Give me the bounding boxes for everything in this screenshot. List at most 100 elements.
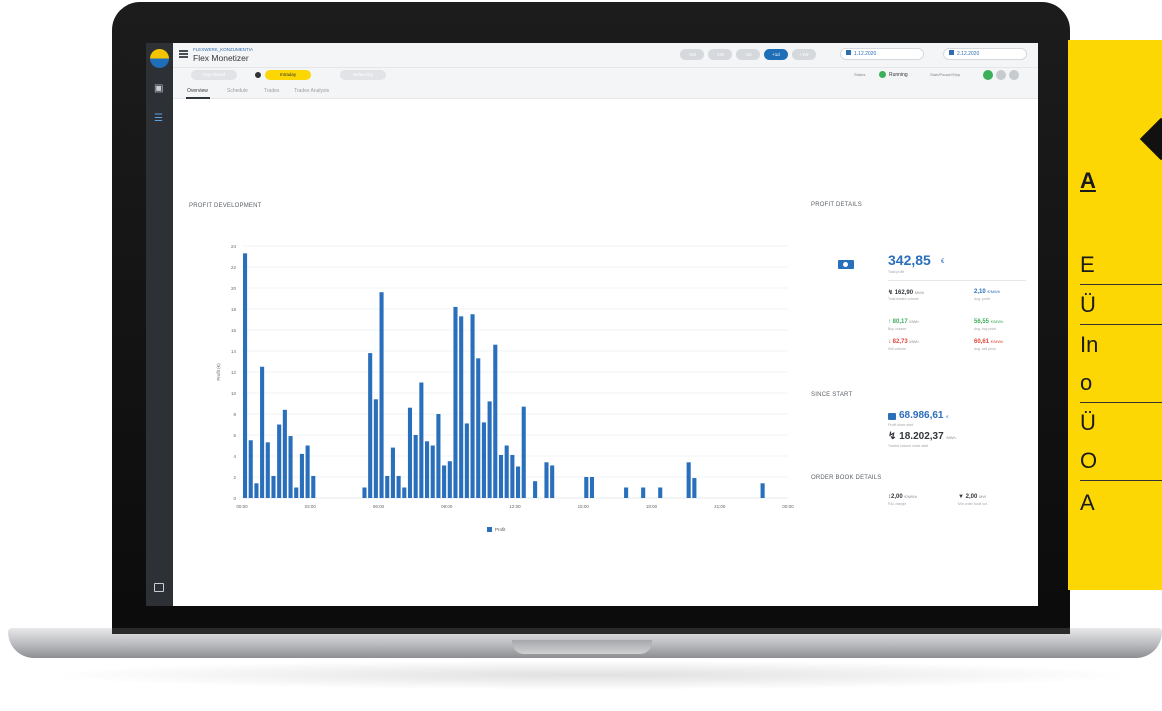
y-tick-label: 20 [231,286,237,291]
chart-bar [544,462,549,498]
chart-bar [516,466,521,498]
date-to-field[interactable]: 2.12.2020 [943,48,1027,60]
divider [1080,402,1162,403]
panel-item[interactable]: o [1080,370,1092,396]
profit-details-title: PROFIT DETAILS [811,202,862,208]
hamburger-icon[interactable] [179,50,188,58]
sell-volume-label: Sell volume [888,347,907,351]
chart-bar [413,435,418,498]
tab-schedule[interactable]: Schedule [227,88,248,94]
chart-bar [493,344,498,498]
tab-bar: Overview Schedule Trades Trades Analysis [173,83,1038,99]
feedback-icon[interactable] [154,583,164,592]
status-dot [879,71,886,78]
panel-item[interactable]: Ü [1080,410,1096,436]
money-icon [838,260,854,269]
arrow-left-icon[interactable] [1139,117,1162,161]
total-profit-unit: € [941,259,945,265]
app-logo[interactable] [150,49,169,68]
chart-bar [760,483,765,498]
x-tick-label: 09:00 [441,504,453,509]
min-order-value: ▼ 2,00 MW [958,494,987,500]
panel-item[interactable]: In [1080,332,1098,358]
chart-bar [459,316,464,498]
chart-bar [368,353,373,498]
date-from-field[interactable]: 1.12.2020 [840,48,924,60]
y-tick-label: 0 [233,496,236,501]
since-start-profit-value: 68.986,61 € [899,410,949,421]
chart-bar [288,436,293,498]
chart-bar [248,440,253,498]
y-tick-label: 2 [233,475,236,480]
avg-sell-price-value: 60,61 €/MWh [974,339,1004,345]
legend-label: Profit [495,527,506,532]
chart-bar [584,477,589,498]
list-icon[interactable]: ☰ [154,113,163,124]
chart-bar [402,487,407,498]
user-icon[interactable]: ▣ [154,83,163,94]
stop-icon[interactable] [1009,70,1019,80]
y-tick-label: 18 [231,307,237,312]
range-button-active[interactable]: +1d [764,49,788,60]
avg-buy-price-label: Avg. buy price [974,327,997,331]
chart-bar [379,292,384,498]
chart-bar [271,475,276,498]
divider [1080,480,1162,481]
chart-bar [396,475,401,498]
controls-label: Start/Pause/Stop [930,72,961,77]
y-tick-label: 16 [231,328,237,333]
play-icon[interactable] [983,70,993,80]
buy-volume-label: Buy volume [888,327,907,331]
date-to-value: 2.12.2020 [957,51,980,57]
filter-icon: ▼ [958,494,964,500]
avg-buy-price-value: 56,55 €/MWh [974,319,1004,325]
range-button[interactable]: +1W [792,49,816,60]
chart-bar [311,475,316,498]
chart-bar [498,454,504,498]
day-ahead-pill[interactable]: Day Ahead [191,70,237,80]
panel-item[interactable]: Ü [1080,292,1096,318]
y-tick-label: 24 [231,244,237,249]
since-start-volume-value: ↯ 18.202,37 MWh [888,431,956,442]
y-tick-label: 12 [231,370,237,375]
tab-trades[interactable]: Trades [264,88,279,94]
tab-overview[interactable]: Overview [187,88,208,94]
sidebar: ▣ ☰ [146,43,173,606]
chart-bar [510,454,515,498]
date-from-value: 1.12.2020 [854,51,877,57]
profit-development-title: PROFIT DEVELOPMENT [189,203,262,209]
intraday-pill[interactable]: Intraday [265,70,311,80]
balancing-pill[interactable]: Balancing [340,70,386,80]
tab-trades-analysis[interactable]: Trades Analysis [294,88,329,94]
app-title: Flex Monetizer [193,53,249,63]
range-button[interactable]: -1M [680,49,704,60]
range-button[interactable]: -1W [708,49,732,60]
chart-bar [390,447,395,498]
chart-bar [589,477,595,498]
x-tick-label: 12:00 [509,504,521,509]
divider [888,280,1026,281]
y-tick-label: 22 [231,265,237,270]
y-tick-label: 10 [231,391,237,396]
panel-item[interactable]: E [1080,252,1095,278]
chart-bar [550,465,555,498]
range-button[interactable]: -1D [736,49,760,60]
panel-item[interactable]: O [1080,448,1097,474]
chart-bar [277,424,282,498]
x-tick-label: 06:00 [373,504,385,509]
y-tick-label: 8 [233,412,236,417]
chart-bar [305,445,310,498]
x-tick-label: 03:00 [305,504,317,509]
laptop-mockup: A E Ü In o Ü O A ▣ ☰ FLEXWERK_KONZUMENTI… [0,0,1162,711]
pause-icon[interactable] [996,70,1006,80]
chart-bar [373,399,378,498]
pm-margin-value: ↕2,00 €/MWh [888,494,918,500]
market-bar: Day Ahead Intraday Balancing Status Runn… [173,68,1038,83]
x-tick-label: 18:00 [646,504,658,509]
chart-bar [641,487,646,498]
panel-item[interactable]: A [1080,490,1095,516]
chart-bar [430,445,435,498]
chart-bar [282,409,287,498]
y-tick-label: 6 [233,433,236,438]
chart-bar [464,423,469,498]
